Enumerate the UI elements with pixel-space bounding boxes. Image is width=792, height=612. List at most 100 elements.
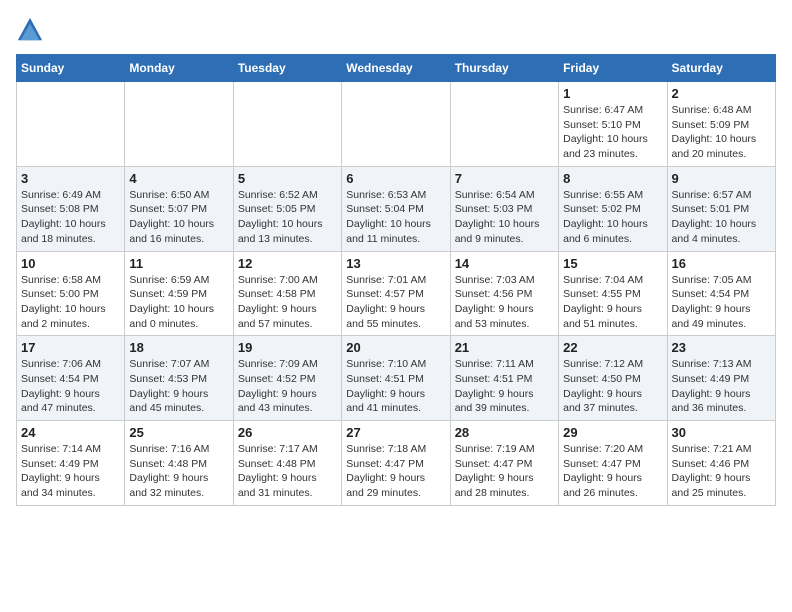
day-cell: 5Sunrise: 6:52 AMSunset: 5:05 PMDaylight…	[233, 166, 341, 251]
day-cell: 6Sunrise: 6:53 AMSunset: 5:04 PMDaylight…	[342, 166, 450, 251]
day-info: Sunrise: 7:05 AMSunset: 4:54 PMDaylight:…	[672, 273, 771, 332]
day-header-tuesday: Tuesday	[233, 55, 341, 82]
day-cell: 9 Sunrise: 6:57 AMSunset: 5:01 PMDaylight…	[667, 166, 775, 251]
day-cell: 21 Sunrise: 7:11 AMSunset: 4:51 PMDayligh…	[450, 336, 558, 421]
day-number: 22	[563, 340, 662, 355]
day-cell: 30 Sunrise: 7:21 AMSunset: 4:46 PMDayligh…	[667, 421, 775, 506]
day-number: 5	[238, 171, 337, 186]
day-info: Sunrise: 6:59 AMSunset: 4:59 PMDaylight:…	[129, 273, 228, 332]
day-info: Sunrise: 6:48 AMSunset: 5:09 PMDaylight:…	[672, 103, 771, 162]
day-number: 9	[672, 171, 771, 186]
day-info: Sunrise: 7:19 AMSunset: 4:47 PMDaylight:…	[455, 442, 554, 501]
day-number: 2	[672, 86, 771, 101]
day-number: 6	[346, 171, 445, 186]
day-cell: 4 Sunrise: 6:50 AMSunset: 5:07 PMDaylight…	[125, 166, 233, 251]
day-cell: 3Sunrise: 6:49 AMSunset: 5:08 PMDaylight…	[17, 166, 125, 251]
day-header-monday: Monday	[125, 55, 233, 82]
day-number: 13	[346, 256, 445, 271]
day-cell: 23 Sunrise: 7:13 AMSunset: 4:49 PMDayligh…	[667, 336, 775, 421]
day-info: Sunrise: 7:13 AMSunset: 4:49 PMDaylight:…	[672, 357, 771, 416]
day-cell: 26 Sunrise: 7:17 AMSunset: 4:48 PMDayligh…	[233, 421, 341, 506]
day-info: Sunrise: 7:16 AMSunset: 4:48 PMDaylight:…	[129, 442, 228, 501]
day-info: Sunrise: 7:07 AMSunset: 4:53 PMDaylight:…	[129, 357, 228, 416]
day-info: Sunrise: 6:50 AMSunset: 5:07 PMDaylight:…	[129, 188, 228, 247]
day-number: 27	[346, 425, 445, 440]
header-row: SundayMondayTuesdayWednesdayThursdayFrid…	[17, 55, 776, 82]
day-info: Sunrise: 6:58 AMSunset: 5:00 PMDaylight:…	[21, 273, 120, 332]
page-header	[16, 16, 776, 44]
day-cell: 1 Sunrise: 6:47 AMSunset: 5:10 PMDaylight…	[559, 82, 667, 167]
day-cell: 22Sunrise: 7:12 AMSunset: 4:50 PMDayligh…	[559, 336, 667, 421]
day-number: 16	[672, 256, 771, 271]
day-cell: 2 Sunrise: 6:48 AMSunset: 5:09 PMDaylight…	[667, 82, 775, 167]
calendar-body: 1 Sunrise: 6:47 AMSunset: 5:10 PMDaylight…	[17, 82, 776, 506]
day-number: 18	[129, 340, 228, 355]
day-cell: 12 Sunrise: 7:00 AMSunset: 4:58 PMDayligh…	[233, 251, 341, 336]
day-info: Sunrise: 7:06 AMSunset: 4:54 PMDaylight:…	[21, 357, 120, 416]
calendar-header: SundayMondayTuesdayWednesdayThursdayFrid…	[17, 55, 776, 82]
day-cell: 13Sunrise: 7:01 AMSunset: 4:57 PMDayligh…	[342, 251, 450, 336]
day-header-wednesday: Wednesday	[342, 55, 450, 82]
day-number: 26	[238, 425, 337, 440]
logo	[16, 16, 48, 44]
day-info: Sunrise: 6:54 AMSunset: 5:03 PMDaylight:…	[455, 188, 554, 247]
day-info: Sunrise: 6:55 AMSunset: 5:02 PMDaylight:…	[563, 188, 662, 247]
day-number: 30	[672, 425, 771, 440]
day-cell: 14Sunrise: 7:03 AMSunset: 4:56 PMDayligh…	[450, 251, 558, 336]
day-number: 15	[563, 256, 662, 271]
calendar-table: SundayMondayTuesdayWednesdayThursdayFrid…	[16, 54, 776, 506]
day-cell: 19 Sunrise: 7:09 AMSunset: 4:52 PMDayligh…	[233, 336, 341, 421]
day-cell: 7Sunrise: 6:54 AMSunset: 5:03 PMDaylight…	[450, 166, 558, 251]
day-cell: 18 Sunrise: 7:07 AMSunset: 4:53 PMDayligh…	[125, 336, 233, 421]
day-info: Sunrise: 7:09 AMSunset: 4:52 PMDaylight:…	[238, 357, 337, 416]
day-info: Sunrise: 7:00 AMSunset: 4:58 PMDaylight:…	[238, 273, 337, 332]
day-number: 12	[238, 256, 337, 271]
day-number: 11	[129, 256, 228, 271]
day-info: Sunrise: 7:11 AMSunset: 4:51 PMDaylight:…	[455, 357, 554, 416]
day-number: 4	[129, 171, 228, 186]
day-number: 28	[455, 425, 554, 440]
day-number: 8	[563, 171, 662, 186]
day-cell: 10 Sunrise: 6:58 AMSunset: 5:00 PMDayligh…	[17, 251, 125, 336]
day-number: 24	[21, 425, 120, 440]
day-number: 23	[672, 340, 771, 355]
day-cell	[125, 82, 233, 167]
logo-icon	[16, 16, 44, 44]
day-cell: 29 Sunrise: 7:20 AMSunset: 4:47 PMDayligh…	[559, 421, 667, 506]
day-info: Sunrise: 6:47 AMSunset: 5:10 PMDaylight:…	[563, 103, 662, 162]
day-number: 1	[563, 86, 662, 101]
day-cell: 15 Sunrise: 7:04 AMSunset: 4:55 PMDayligh…	[559, 251, 667, 336]
day-info: Sunrise: 7:17 AMSunset: 4:48 PMDaylight:…	[238, 442, 337, 501]
week-row-1: 1 Sunrise: 6:47 AMSunset: 5:10 PMDaylight…	[17, 82, 776, 167]
day-number: 10	[21, 256, 120, 271]
day-number: 17	[21, 340, 120, 355]
day-cell	[17, 82, 125, 167]
week-row-4: 17 Sunrise: 7:06 AMSunset: 4:54 PMDayligh…	[17, 336, 776, 421]
day-cell: 17 Sunrise: 7:06 AMSunset: 4:54 PMDayligh…	[17, 336, 125, 421]
day-cell: 20Sunrise: 7:10 AMSunset: 4:51 PMDayligh…	[342, 336, 450, 421]
day-number: 25	[129, 425, 228, 440]
day-number: 20	[346, 340, 445, 355]
day-info: Sunrise: 6:49 AMSunset: 5:08 PMDaylight:…	[21, 188, 120, 247]
day-number: 29	[563, 425, 662, 440]
day-info: Sunrise: 7:04 AMSunset: 4:55 PMDaylight:…	[563, 273, 662, 332]
day-number: 19	[238, 340, 337, 355]
day-header-saturday: Saturday	[667, 55, 775, 82]
day-cell: 24 Sunrise: 7:14 AMSunset: 4:49 PMDayligh…	[17, 421, 125, 506]
day-cell: 28 Sunrise: 7:19 AMSunset: 4:47 PMDayligh…	[450, 421, 558, 506]
day-info: Sunrise: 7:14 AMSunset: 4:49 PMDaylight:…	[21, 442, 120, 501]
day-number: 21	[455, 340, 554, 355]
week-row-2: 3Sunrise: 6:49 AMSunset: 5:08 PMDaylight…	[17, 166, 776, 251]
week-row-3: 10 Sunrise: 6:58 AMSunset: 5:00 PMDayligh…	[17, 251, 776, 336]
day-header-sunday: Sunday	[17, 55, 125, 82]
day-info: Sunrise: 7:21 AMSunset: 4:46 PMDaylight:…	[672, 442, 771, 501]
day-cell	[342, 82, 450, 167]
day-cell: 27 Sunrise: 7:18 AMSunset: 4:47 PMDayligh…	[342, 421, 450, 506]
day-cell: 25 Sunrise: 7:16 AMSunset: 4:48 PMDayligh…	[125, 421, 233, 506]
day-info: Sunrise: 7:20 AMSunset: 4:47 PMDaylight:…	[563, 442, 662, 501]
day-cell: 16 Sunrise: 7:05 AMSunset: 4:54 PMDayligh…	[667, 251, 775, 336]
day-info: Sunrise: 7:18 AMSunset: 4:47 PMDaylight:…	[346, 442, 445, 501]
day-header-thursday: Thursday	[450, 55, 558, 82]
day-info: Sunrise: 6:57 AMSunset: 5:01 PMDaylight:…	[672, 188, 771, 247]
day-cell	[450, 82, 558, 167]
